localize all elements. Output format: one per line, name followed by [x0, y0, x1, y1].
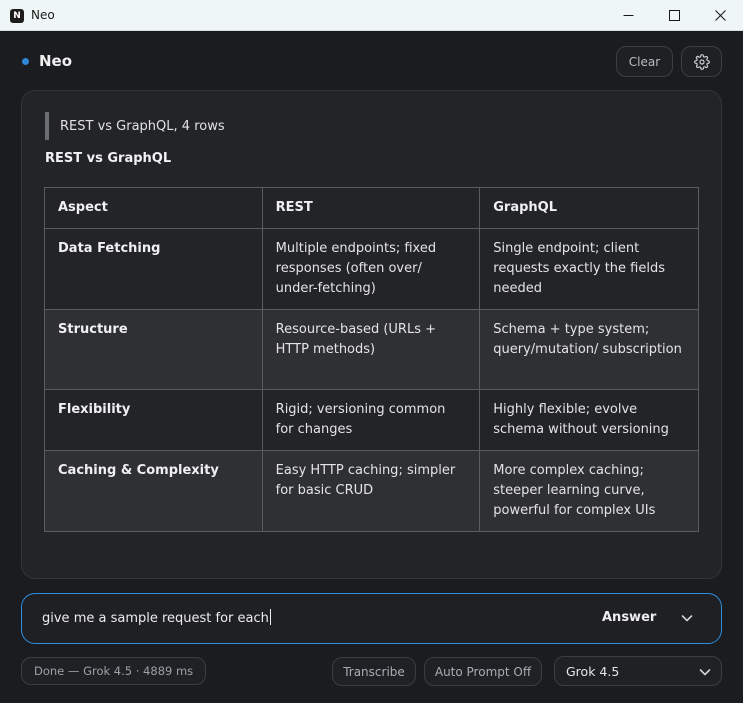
- table-cell: Structure: [44, 309, 263, 390]
- table-cell: Caching & Complexity: [44, 450, 263, 532]
- table-cell: Highly flexible; evolve schema without v…: [479, 389, 699, 451]
- text-caret: [269, 609, 271, 625]
- table-row: Flexibility Rigid; versioning common for…: [44, 389, 699, 451]
- clear-button[interactable]: Clear: [616, 46, 673, 77]
- prompt-input-text[interactable]: give me a sample request for each: [42, 609, 271, 626]
- maximize-icon: [668, 10, 680, 21]
- table-cell: Single endpoint; client requests exactly…: [479, 228, 699, 310]
- response-quote: REST vs GraphQL, 4 rows: [45, 112, 225, 140]
- minimize-icon: [623, 15, 633, 16]
- table-cell: Rigid; versioning common for changes: [261, 389, 481, 451]
- status-badge: Done — Grok 4.5 · 4889 ms: [21, 657, 207, 685]
- table-row: Structure Resource-based (URLs + HTTP me…: [44, 309, 699, 390]
- table-cell: Multiple endpoints; fixed responses (oft…: [261, 228, 481, 310]
- table-title: REST vs GraphQL: [45, 151, 172, 166]
- settings-button[interactable]: [681, 46, 722, 77]
- column-header: REST: [261, 187, 481, 229]
- close-icon: [714, 10, 726, 21]
- maximize-button[interactable]: [651, 0, 697, 31]
- table-cell: Data Fetching: [44, 228, 263, 310]
- title-bar: N Neo: [0, 0, 743, 31]
- comparison-table: Aspect REST GraphQL Data Fetching Multip…: [44, 187, 699, 532]
- auto-prompt-toggle[interactable]: Auto Prompt Off: [424, 657, 542, 686]
- response-panel: REST vs GraphQL, 4 rows REST vs GraphQL …: [21, 90, 722, 579]
- table-row: Data Fetching Multiple endpoints; fixed …: [44, 228, 699, 310]
- status-dot: [22, 58, 29, 65]
- model-select-label: Grok 4.5: [566, 664, 620, 679]
- table-cell: More complex caching; steeper learning c…: [479, 450, 699, 532]
- table-cell: Resource-based (URLs + HTTP methods): [261, 309, 481, 390]
- answer-mode-button[interactable]: Answer: [602, 610, 656, 625]
- app-logo-icon: N: [10, 9, 24, 23]
- app-title: Neo: [39, 52, 73, 70]
- minimize-button[interactable]: [605, 0, 651, 31]
- table-cell: Flexibility: [44, 389, 263, 451]
- column-header: GraphQL: [479, 187, 699, 229]
- window-title: Neo: [31, 8, 55, 22]
- gear-icon: [693, 53, 710, 70]
- close-button[interactable]: [697, 0, 743, 31]
- prompt-input[interactable]: give me a sample request for each Answer: [21, 593, 722, 644]
- table-header-row: Aspect REST GraphQL: [44, 187, 699, 229]
- model-select[interactable]: Grok 4.5: [554, 656, 722, 686]
- transcribe-button[interactable]: Transcribe: [332, 657, 416, 686]
- table-cell: Schema + type system; query/mutation/ su…: [479, 309, 699, 390]
- table-cell: Easy HTTP caching; simpler for basic CRU…: [261, 450, 481, 532]
- chevron-down-icon: [699, 669, 711, 676]
- table-row: Caching & Complexity Easy HTTP caching; …: [44, 450, 699, 532]
- chevron-down-icon[interactable]: [680, 611, 694, 625]
- column-header: Aspect: [44, 187, 263, 229]
